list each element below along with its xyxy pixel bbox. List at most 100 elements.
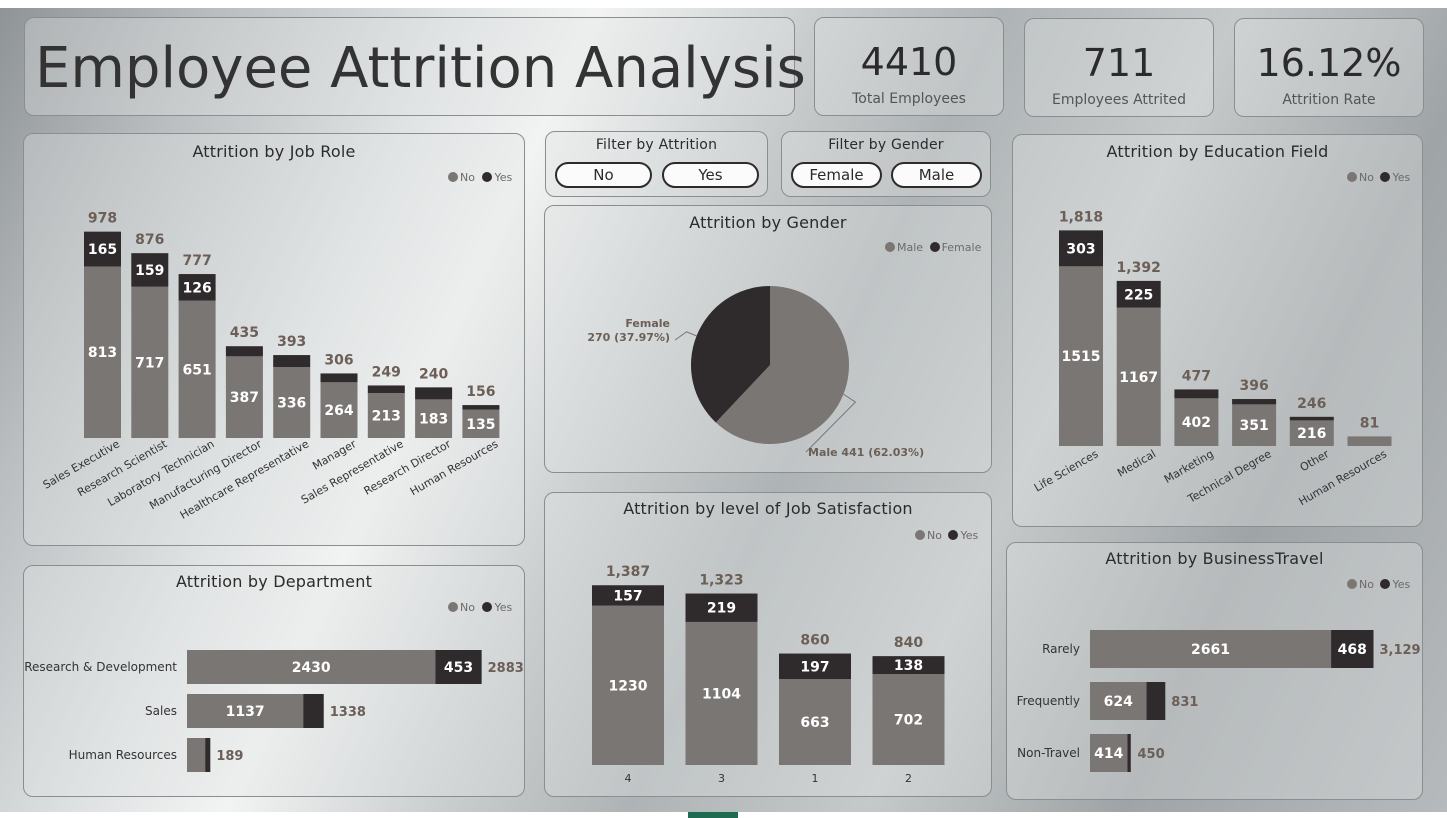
filter-attrition-yes-button[interactable]: Yes [662,162,759,188]
filter-title: Filter by Gender [828,137,944,153]
bar-value-label: 2661 [1191,642,1230,658]
x-tick-label: Life Sciences [1032,447,1101,494]
filter-gender-panel: Filter by Gender Female Male [781,131,991,197]
bar-value-label: 1515 [1062,349,1101,365]
bar-total-label: 840 [894,635,923,651]
bar-value-label: 135 [466,417,495,433]
kpi-value: 16.12% [1256,41,1402,85]
department-chart: Research & Development 2430 453 2883 Sales 11… [24,650,524,772]
bar-value-label: 126 [182,280,211,296]
bar-value-label: 453 [444,660,473,676]
bar-total-label: 876 [135,232,164,248]
bar-segment-yes [205,738,211,772]
bar-total-label: 156 [466,384,495,400]
bar-total-label: 3,129 [1379,643,1420,658]
bar-total-label: 1,392 [1117,260,1161,276]
kpi-total-employees: 4410 Total Employees [814,17,1004,116]
bar-segment-yes [1289,416,1334,421]
y-tick-label: Frequently [1017,694,1080,708]
bar-value-label: 1137 [226,704,265,720]
bar-total-label: 450 [1138,747,1165,762]
kpi-label: Total Employees [852,91,966,107]
bar-value-label: 717 [135,355,164,371]
bar-segment-yes [1146,682,1166,720]
bar-total-label: 777 [182,253,211,269]
filter-attrition-no-button[interactable]: No [555,162,652,188]
kpi-value: 4410 [860,40,958,84]
gender-pie-chart: Male 441 (62.03%) Female270 (37.97%) [587,286,924,459]
y-tick-label: Human Resources [69,748,177,762]
bar-value-label: 402 [1182,415,1211,431]
bar-value-label: 264 [324,403,353,419]
bar-value-label: 197 [800,659,829,675]
bar-segment-yes [273,355,311,368]
bar-total-label: 396 [1239,378,1268,394]
pie-leader-line [674,331,697,341]
business-travel-chart: Rarely 2661 468 3,129 Frequently 624 831 Non-Tr… [1017,630,1421,772]
page-title: Employee Attrition Analysis [35,36,806,101]
bar-segment-no [1347,436,1392,446]
bar-total-label: 435 [230,325,259,341]
bar-value-label: 213 [372,409,401,425]
bar-value-label: 663 [800,715,829,731]
kpi-attrition-rate: 16.12% Attrition Rate [1234,18,1424,117]
kpi-label: Attrition Rate [1282,92,1376,108]
kpi-label: Employees Attrited [1051,92,1187,108]
bar-value-label: 702 [894,713,923,729]
bar-value-label: 813 [88,345,117,361]
bar-value-label: 2430 [292,660,331,676]
y-tick-label: Non-Travel [1017,746,1080,760]
bar-segment-yes [462,405,500,410]
bar-total-label: 1338 [330,705,366,720]
bar-segment-yes [415,387,453,400]
job-satisfaction-chart-panel: Attrition by level of Job Satisfaction N… [544,492,992,797]
bar-value-label: 351 [1239,418,1268,434]
bar-value-label: 216 [1297,426,1326,442]
filter-title: Filter by Attrition [595,137,718,153]
bar-value-label: 225 [1124,287,1153,303]
bar-total-label: 246 [1297,396,1326,412]
job-satisfaction-chart: 1230 157 1,387 4 1104 219 1,323 3 663 197 860 1 702 1… [592,564,945,785]
bar-segment-yes [1127,734,1131,772]
bar-value-label: 1230 [609,678,648,694]
filter-gender-female-button[interactable]: Female [791,162,882,188]
x-tick-label: Human Resources [408,437,501,498]
filter-gender-male-button[interactable]: Male [891,162,982,188]
education-chart-panel: Attrition by Education Field No Yes 1515… [1012,134,1423,527]
x-tick-label: Research Director [362,437,454,498]
bar-value-label: 651 [182,362,211,378]
bar-total-label: 860 [800,633,829,649]
pie-label-male: Male 441 (62.03%) [808,446,924,459]
bar-value-label: 1167 [1119,370,1158,386]
dashboard-page: Employee Attrition Analysis 4410 Total E… [0,0,1447,818]
active-tab-indicator [688,812,738,818]
x-tick-label: Medical [1115,447,1158,479]
y-tick-label: Research & Development [24,660,177,674]
bar-total-label: 1,387 [606,564,650,580]
bar-total-label: 393 [277,334,306,350]
x-tick-label: Other [1298,447,1332,474]
bar-value-label: 219 [707,601,736,617]
bar-value-label: 159 [135,263,164,279]
bar-value-label: 468 [1338,642,1367,658]
bar-segment-yes [367,385,405,394]
x-tick-label: 2 [905,772,912,785]
bar-segment-yes [1232,399,1277,405]
pie-label-female: 270 (37.97%) [587,331,670,344]
x-tick-label: 1 [812,772,819,785]
bar-total-label: 306 [324,352,353,368]
bar-total-label: 189 [216,749,243,764]
pie-label-female-name: Female [625,317,670,330]
bar-total-label: 249 [372,364,401,380]
bar-value-label: 165 [88,242,117,258]
bar-total-label: 831 [1171,695,1198,710]
education-chart: 1515 303 1,818 Life Sciences 1167 225 1,392 Med… [1032,209,1392,508]
bar-value-label: 183 [419,412,448,428]
bar-total-label: 81 [1360,415,1379,431]
kpi-value: 711 [1082,41,1156,85]
department-chart-panel: Attrition by Department No Yes Research … [23,565,525,797]
bar-value-label: 414 [1094,746,1123,762]
bar-total-label: 2883 [488,661,524,676]
gender-chart-panel: Attrition by Gender Male Female Male 441… [544,205,992,473]
bar-total-label: 1,818 [1059,209,1103,225]
